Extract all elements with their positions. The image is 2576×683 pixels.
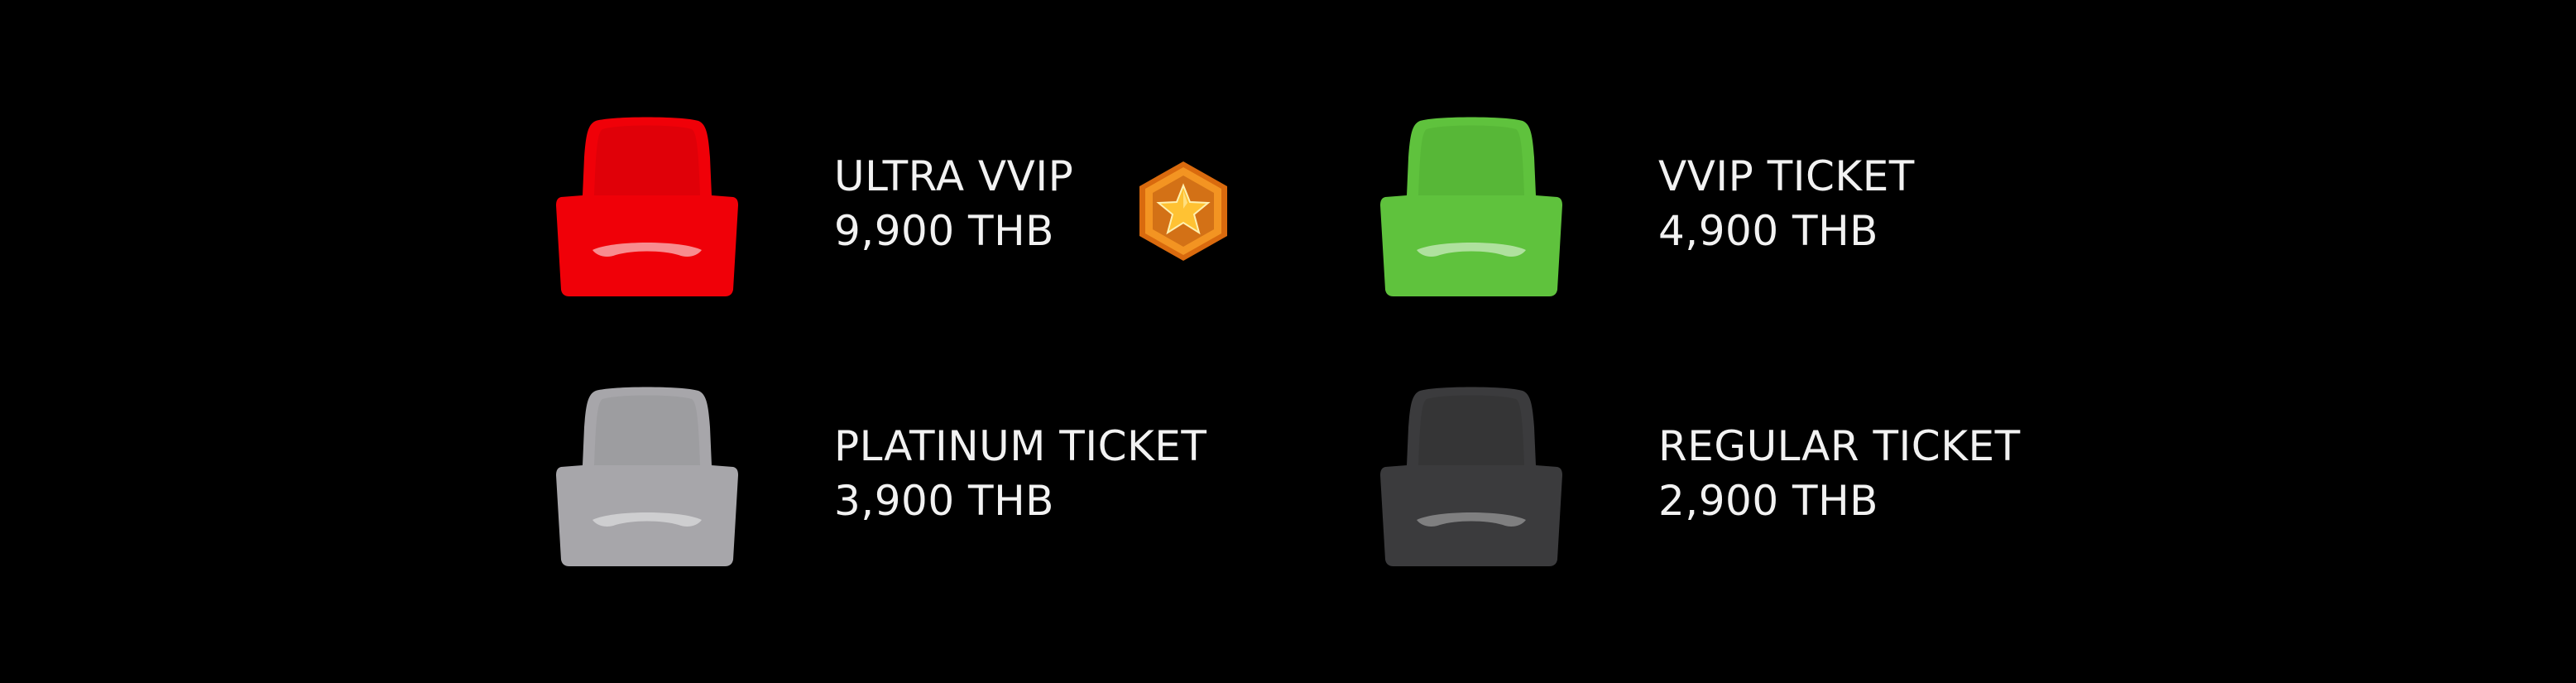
star-badge-icon [1135, 159, 1231, 263]
tier-price: 3,900 THB [834, 477, 1054, 525]
seat-shape [556, 117, 738, 296]
seat-icon-platinum [554, 386, 740, 568]
tier-platinum: PLATINUM TICKET 3,900 THB [554, 386, 1382, 568]
seat-back-panel [594, 125, 700, 195]
tier-name: VVIP TICKET [1658, 152, 1915, 200]
seat-icon-vvip [1379, 116, 1564, 298]
tier-label-platinum: PLATINUM TICKET 3,900 THB [834, 419, 1206, 528]
seat-back-panel [594, 395, 700, 465]
seat-back-panel [1418, 125, 1524, 195]
tier-label-ultra-vvip: ULTRA VVIP 9,900 THB [834, 149, 1073, 258]
seat-shape [556, 387, 738, 566]
tier-name: ULTRA VVIP [834, 152, 1074, 200]
seat-icon-ultra-vvip [554, 116, 740, 298]
tier-name: PLATINUM TICKET [834, 422, 1207, 470]
tier-price: 9,900 THB [834, 207, 1054, 255]
tier-label-regular: REGULAR TICKET 2,900 THB [1658, 419, 2021, 528]
seat-shape [1380, 117, 1562, 296]
tier-ultra-vvip: ULTRA VVIP 9,900 THB [554, 116, 1382, 298]
tier-label-vvip: VVIP TICKET 4,900 THB [1658, 149, 1915, 258]
seat-icon-regular [1379, 386, 1564, 568]
tier-regular: REGULAR TICKET 2,900 THB [1379, 386, 2206, 568]
seat-shape [1380, 387, 1562, 566]
tier-vvip: VVIP TICKET 4,900 THB [1379, 116, 2206, 298]
ticket-tier-legend: ULTRA VVIP 9,900 THB VVIP TICKET 4,900 T… [0, 0, 2576, 683]
seat-back-panel [1418, 395, 1524, 465]
tier-price: 4,900 THB [1658, 207, 1878, 255]
tier-price: 2,900 THB [1658, 477, 1878, 525]
tier-name: REGULAR TICKET [1658, 422, 2021, 470]
